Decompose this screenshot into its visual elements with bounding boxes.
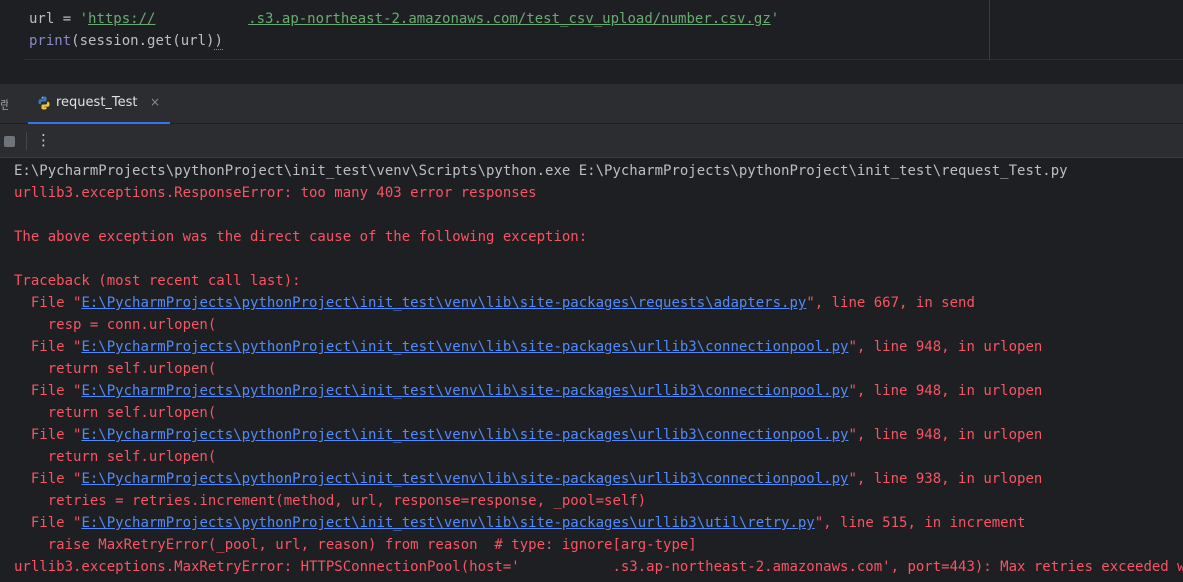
editor-gutter [0,0,24,60]
right-margin-guide [989,0,990,60]
frame-prefix: File " [14,383,82,399]
close-tab-icon[interactable]: × [150,95,160,109]
console-error-response: urllib3.exceptions.ResponseError: too ma… [14,185,537,201]
code-url-redacted [155,11,248,27]
stop-icon[interactable] [4,136,15,147]
traceback-frame: File "E:\PycharmProjects\pythonProject\i… [14,424,1042,446]
traceback-frame: File "E:\PycharmProjects\pythonProject\i… [14,468,1042,490]
traceback-frame: File "E:\PycharmProjects\pythonProject\i… [14,336,1042,358]
code-quote-open: ' [79,11,89,27]
frame-prefix: File " [14,515,82,531]
traceback-code-line: return self.urlopen( [14,405,217,421]
traceback-code-line: raise MaxRetryError(_pool, url, reason) … [14,537,697,553]
tab-label: request_Test [56,95,138,110]
frame-prefix: File " [14,471,82,487]
console-final-error: urllib3.exceptions.MaxRetryError: HTTPSC… [14,559,1183,575]
code-print-args: (session.get(url) [71,33,215,49]
traceback-frame: File "E:\PycharmProjects\pythonProject\i… [14,512,1026,534]
traceback-code-line: return self.urlopen( [14,361,217,377]
code-print-func: print [29,33,72,49]
frame-prefix: File " [14,295,82,311]
code-line-url[interactable]: url = 'https:// .s3.ap-northeast-2.amazo… [29,8,779,30]
frame-location: ", line 948, in urlopen [848,383,1043,399]
frame-prefix: File " [14,427,82,443]
code-editor[interactable]: url = 'https:// .s3.ap-northeast-2.amazo… [0,0,1183,60]
toolbar-separator [26,132,27,150]
frame-file-link[interactable]: E:\PycharmProjects\pythonProject\init_te… [81,427,848,443]
frame-prefix: File " [14,339,82,355]
code-missing-newline-warning: ) [214,33,223,50]
tab-request-test[interactable]: request_Test × [28,84,170,124]
frame-location: ", line 515, in increment [814,515,1026,531]
frame-file-link[interactable]: E:\PycharmProjects\pythonProject\init_te… [81,295,806,311]
code-line-print[interactable]: print(session.get(url)) [29,30,223,52]
code-url-host-path[interactable]: .s3.ap-northeast-2.amazonaws.com/test_cs… [248,11,771,27]
frame-file-link[interactable]: E:\PycharmProjects\pythonProject\init_te… [81,383,848,399]
frame-file-link[interactable]: E:\PycharmProjects\pythonProject\init_te… [81,515,814,531]
run-console-output[interactable]: E:\PycharmProjects\pythonProject\init_te… [0,158,1183,582]
frame-location: ", line 948, in urlopen [848,339,1043,355]
code-url-scheme[interactable]: https:// [88,11,155,27]
code-quote-close: ' [770,11,780,27]
frame-location: ", line 948, in urlopen [848,427,1043,443]
traceback-frame: File "E:\PycharmProjects\pythonProject\i… [14,380,1042,402]
console-traceback-header: Traceback (most recent call last): [14,273,301,289]
frame-location: ", line 938, in urlopen [848,471,1043,487]
traceback-frame: File "E:\PycharmProjects\pythonProject\i… [14,292,975,314]
traceback-code-line: return self.urlopen( [14,449,217,465]
code-url-assign: url = [29,11,80,27]
run-tool-label: 랜 [0,98,8,110]
frame-file-link[interactable]: E:\PycharmProjects\pythonProject\init_te… [81,471,848,487]
more-options-icon[interactable]: ⋮ [36,131,51,149]
console-command-line: E:\PycharmProjects\pythonProject\init_te… [14,163,1068,179]
frame-file-link[interactable]: E:\PycharmProjects\pythonProject\init_te… [81,339,848,355]
frame-location: ", line 667, in send [806,295,975,311]
run-toolbar: ⋮ [0,124,1183,158]
run-tab-bar: 랜 request_Test × [0,84,1183,124]
traceback-code-line: retries = retries.increment(method, url,… [14,493,647,509]
python-icon [38,96,50,110]
console-cause-message: The above exception was the direct cause… [14,229,588,245]
traceback-code-line: resp = conn.urlopen( [14,317,217,333]
